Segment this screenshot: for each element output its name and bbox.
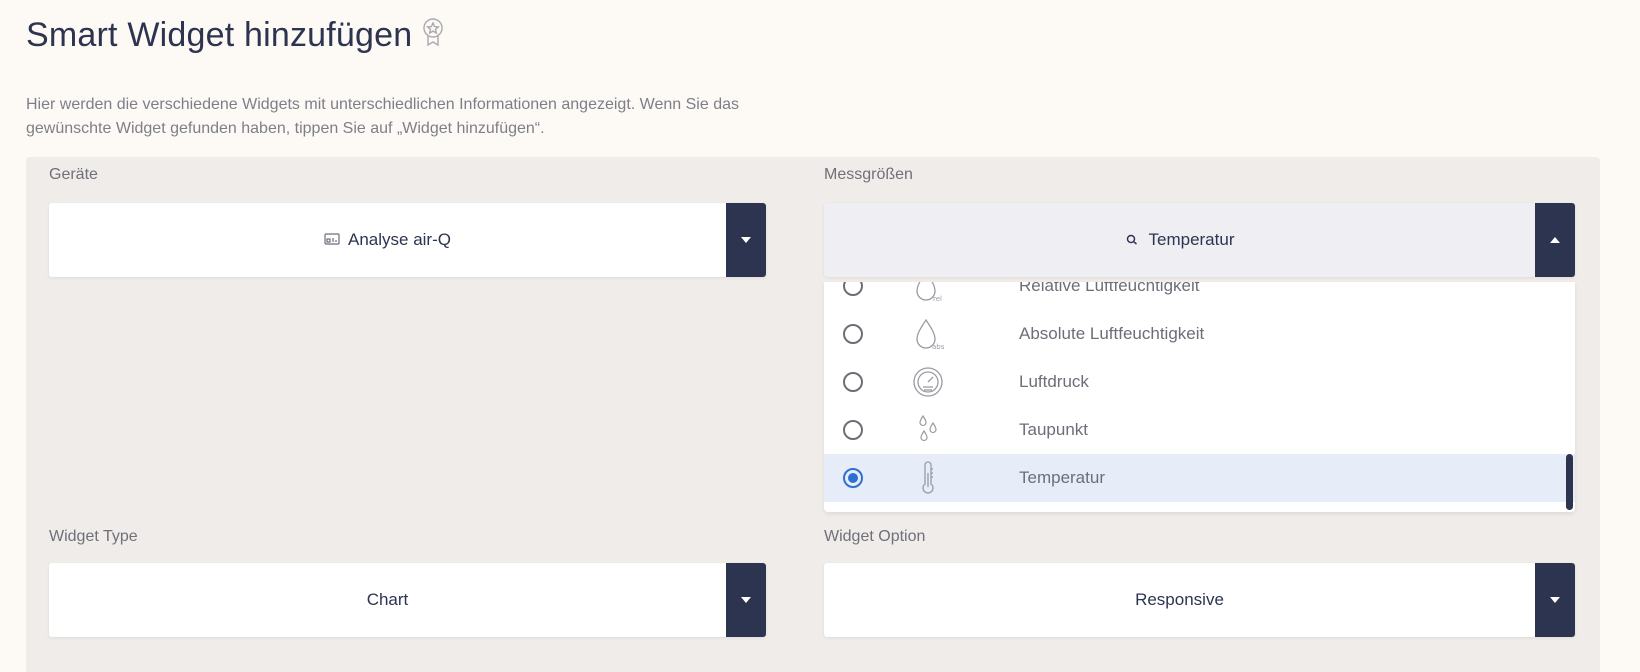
svg-text:abs: abs (932, 343, 945, 351)
radio-button[interactable] (843, 324, 863, 344)
measurement-option-label: Temperatur (1019, 468, 1105, 487)
radio-button-selected[interactable] (843, 468, 863, 488)
chevron-down-icon (741, 597, 751, 603)
radio-button[interactable] (843, 420, 863, 440)
dropdown-scrollbar[interactable] (1566, 454, 1573, 510)
widget-type-dropdown-toggle[interactable] (726, 563, 766, 637)
devices-value-text: Analyse air-Q (348, 230, 451, 249)
measurements-select[interactable]: Temperatur (824, 203, 1575, 277)
page-title: Smart Widget hinzufügen (26, 16, 446, 55)
devices-label: Geräte (49, 166, 98, 183)
measurement-option-label: Taupunkt (1019, 420, 1088, 439)
measurement-option-relative-humidity[interactable]: rel Relative Luftfeuchtigkeit (824, 282, 1575, 310)
humidity-absolute-icon: abs (911, 317, 945, 351)
widget-option-dropdown-toggle[interactable] (1535, 563, 1575, 637)
measurement-option-label: Absolute Luftfeuchtigkeit (1019, 324, 1205, 343)
humidity-relative-icon: rel (911, 282, 945, 303)
device-icon (324, 230, 340, 250)
measurement-option-absolute-humidity[interactable]: abs Absolute Luftfeuchtigkeit (824, 310, 1575, 358)
measurements-select-value: Temperatur (824, 230, 1535, 250)
measurement-option-label: Luftdruck (1019, 372, 1089, 391)
devices-dropdown-toggle[interactable] (726, 203, 766, 277)
measurement-option-air-pressure[interactable]: Luftdruck (824, 358, 1575, 406)
devices-select-value: Analyse air-Q (49, 230, 726, 250)
measurement-option-label: Relative Luftfeuchtigkeit (1019, 282, 1200, 295)
award-icon (420, 16, 446, 48)
search-icon (1125, 230, 1141, 250)
widget-option-select[interactable]: Responsive (824, 563, 1575, 637)
page-title-text: Smart Widget hinzufügen (26, 16, 413, 54)
chevron-down-icon (741, 237, 751, 243)
chevron-down-icon (1550, 597, 1560, 603)
measurements-dropdown-toggle[interactable] (1535, 203, 1575, 277)
widget-type-select[interactable]: Chart (49, 563, 766, 637)
widget-type-value: Chart (366, 590, 409, 609)
radio-button[interactable] (843, 282, 863, 296)
radio-button[interactable] (843, 372, 863, 392)
measurement-option-temperature[interactable]: Temperatur (824, 454, 1575, 502)
measurements-label: Messgrößen (824, 166, 913, 183)
measurement-option-dew-point[interactable]: Taupunkt (824, 406, 1575, 454)
widget-type-label: Widget Type (49, 528, 138, 545)
thermometer-icon (911, 461, 945, 495)
widget-option-value: Responsive (1135, 590, 1224, 609)
dew-point-icon (911, 413, 945, 447)
chevron-up-icon (1550, 237, 1560, 243)
svg-text:rel: rel (933, 295, 942, 303)
devices-select[interactable]: Analyse air-Q (49, 203, 766, 277)
intro-text: Hier werden die verschiedene Widgets mit… (26, 96, 739, 137)
pressure-gauge-icon (911, 365, 945, 399)
measurements-value-text: Temperatur (1148, 230, 1235, 249)
measurements-dropdown-list[interactable]: rel Relative Luftfeuchtigkeit abs Absolu… (824, 282, 1575, 512)
widget-option-label: Widget Option (824, 528, 926, 545)
